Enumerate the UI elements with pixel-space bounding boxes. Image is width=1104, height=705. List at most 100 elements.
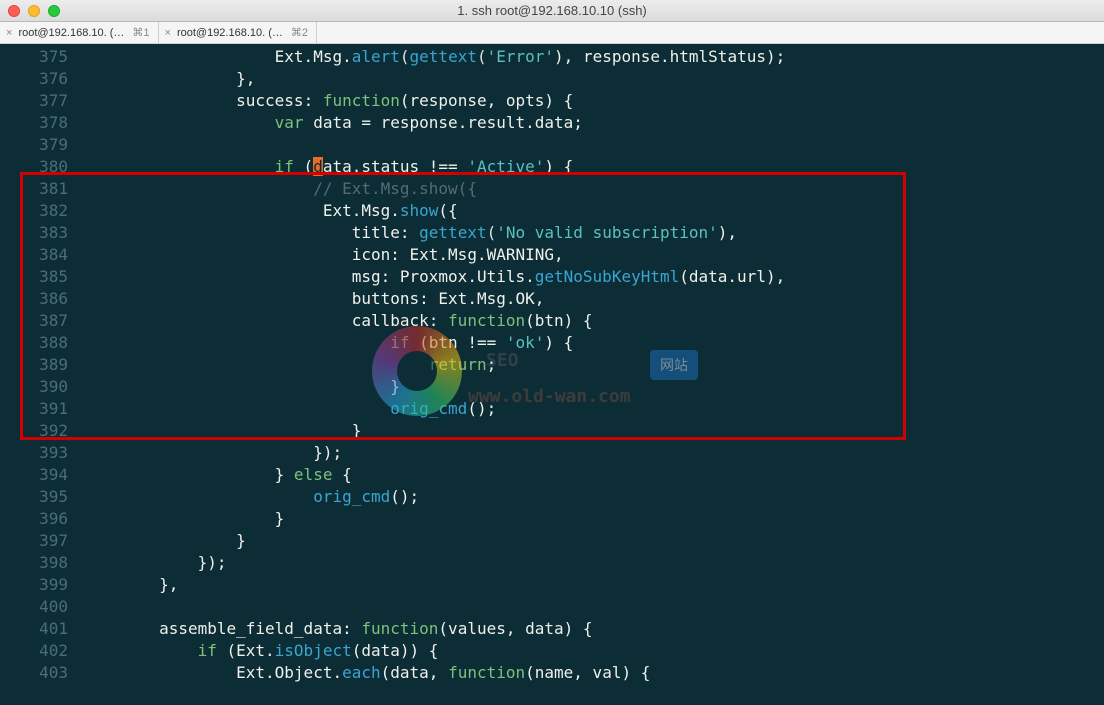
code-content[interactable] — [82, 134, 1104, 156]
terminal-tab-2[interactable]: × root@192.168.10. (… ⌘2 — [159, 22, 318, 43]
line-number: 387 — [8, 310, 82, 332]
terminal-tab-1[interactable]: × root@192.168.10. (… ⌘1 — [0, 22, 159, 43]
line-number: 394 — [8, 464, 82, 486]
code-content[interactable]: title: gettext('No valid subscription'), — [82, 222, 1104, 244]
code-line[interactable]: 377 success: function(response, opts) { — [8, 90, 1104, 112]
line-number: 403 — [8, 662, 82, 684]
code-line[interactable]: 389 return; — [8, 354, 1104, 376]
code-content[interactable]: }, — [82, 574, 1104, 596]
code-line[interactable]: 380 if (data.status !== 'Active') { — [8, 156, 1104, 178]
line-number: 390 — [8, 376, 82, 398]
line-number: 401 — [8, 618, 82, 640]
traffic-lights — [8, 5, 60, 17]
code-line[interactable]: 397 } — [8, 530, 1104, 552]
line-number: 384 — [8, 244, 82, 266]
code-content[interactable]: Ext.Msg.show({ — [82, 200, 1104, 222]
code-content[interactable]: // Ext.Msg.show({ — [82, 178, 1104, 200]
line-number: 386 — [8, 288, 82, 310]
code-content[interactable]: Ext.Msg.alert(gettext('Error'), response… — [82, 46, 1104, 68]
line-number: 379 — [8, 134, 82, 156]
cursor: d — [313, 157, 323, 176]
code-content[interactable]: }, — [82, 68, 1104, 90]
code-content[interactable]: success: function(response, opts) { — [82, 90, 1104, 112]
code-content[interactable]: if (btn !== 'ok') { — [82, 332, 1104, 354]
code-line[interactable]: 384 icon: Ext.Msg.WARNING, — [8, 244, 1104, 266]
line-number: 388 — [8, 332, 82, 354]
line-number: 380 — [8, 156, 82, 178]
line-number: 396 — [8, 508, 82, 530]
code-content[interactable]: var data = response.result.data; — [82, 112, 1104, 134]
window-titlebar: 1. ssh root@192.168.10.10 (ssh) — [0, 0, 1104, 22]
code-line[interactable]: 400 — [8, 596, 1104, 618]
line-number: 397 — [8, 530, 82, 552]
code-line[interactable]: 403 Ext.Object.each(data, function(name,… — [8, 662, 1104, 684]
line-number: 381 — [8, 178, 82, 200]
code-content[interactable]: callback: function(btn) { — [82, 310, 1104, 332]
code-content[interactable]: Ext.Object.each(data, function(name, val… — [82, 662, 1104, 684]
close-window-button[interactable] — [8, 5, 20, 17]
code-content[interactable]: assemble_field_data: function(values, da… — [82, 618, 1104, 640]
code-content[interactable]: } — [82, 508, 1104, 530]
code-line[interactable]: 390 } — [8, 376, 1104, 398]
code-content[interactable]: buttons: Ext.Msg.OK, — [82, 288, 1104, 310]
line-number: 382 — [8, 200, 82, 222]
tab-bar: × root@192.168.10. (… ⌘1 × root@192.168.… — [0, 22, 1104, 44]
code-line[interactable]: 375 Ext.Msg.alert(gettext('Error'), resp… — [8, 46, 1104, 68]
code-line[interactable]: 401 assemble_field_data: function(values… — [8, 618, 1104, 640]
window-title: 1. ssh root@192.168.10.10 (ssh) — [0, 3, 1104, 18]
code-content[interactable]: if (data.status !== 'Active') { — [82, 156, 1104, 178]
code-content[interactable]: } else { — [82, 464, 1104, 486]
code-line[interactable]: 402 if (Ext.isObject(data)) { — [8, 640, 1104, 662]
tab-label: root@192.168.10. (… — [18, 27, 124, 39]
code-content[interactable]: orig_cmd(); — [82, 398, 1104, 420]
code-line[interactable]: 385 msg: Proxmox.Utils.getNoSubKeyHtml(d… — [8, 266, 1104, 288]
code-content[interactable]: return; — [82, 354, 1104, 376]
code-content[interactable] — [82, 596, 1104, 618]
code-line[interactable]: 395 orig_cmd(); — [8, 486, 1104, 508]
code-line[interactable]: 394 } else { — [8, 464, 1104, 486]
close-tab-icon[interactable]: × — [6, 27, 12, 39]
tab-shortcut: ⌘2 — [291, 26, 308, 39]
line-number: 375 — [8, 46, 82, 68]
line-number: 400 — [8, 596, 82, 618]
code-content[interactable]: orig_cmd(); — [82, 486, 1104, 508]
code-line[interactable]: 388 if (btn !== 'ok') { — [8, 332, 1104, 354]
line-number: 399 — [8, 574, 82, 596]
code-line[interactable]: 391 orig_cmd(); — [8, 398, 1104, 420]
line-number: 383 — [8, 222, 82, 244]
code-line[interactable]: 399 }, — [8, 574, 1104, 596]
code-line[interactable]: 393 }); — [8, 442, 1104, 464]
minimize-window-button[interactable] — [28, 5, 40, 17]
line-number: 391 — [8, 398, 82, 420]
line-number: 392 — [8, 420, 82, 442]
code-line[interactable]: 378 var data = response.result.data; — [8, 112, 1104, 134]
line-number: 378 — [8, 112, 82, 134]
code-line[interactable]: 386 buttons: Ext.Msg.OK, — [8, 288, 1104, 310]
line-number: 393 — [8, 442, 82, 464]
code-line[interactable]: 381 // Ext.Msg.show({ — [8, 178, 1104, 200]
code-line[interactable]: 392 } — [8, 420, 1104, 442]
code-line[interactable]: 382 Ext.Msg.show({ — [8, 200, 1104, 222]
code-content[interactable]: }); — [82, 442, 1104, 464]
code-content[interactable]: } — [82, 376, 1104, 398]
line-number: 395 — [8, 486, 82, 508]
code-content[interactable]: } — [82, 420, 1104, 442]
code-content[interactable]: icon: Ext.Msg.WARNING, — [82, 244, 1104, 266]
code-content[interactable]: if (Ext.isObject(data)) { — [82, 640, 1104, 662]
tab-label: root@192.168.10. (… — [177, 27, 283, 39]
line-number: 398 — [8, 552, 82, 574]
code-line[interactable]: 387 callback: function(btn) { — [8, 310, 1104, 332]
maximize-window-button[interactable] — [48, 5, 60, 17]
code-line[interactable]: 376 }, — [8, 68, 1104, 90]
code-line[interactable]: 396 } — [8, 508, 1104, 530]
code-line[interactable]: 398 }); — [8, 552, 1104, 574]
code-content[interactable]: msg: Proxmox.Utils.getNoSubKeyHtml(data.… — [82, 266, 1104, 288]
line-number: 402 — [8, 640, 82, 662]
code-content[interactable]: }); — [82, 552, 1104, 574]
line-number: 389 — [8, 354, 82, 376]
close-tab-icon[interactable]: × — [165, 27, 171, 39]
code-line[interactable]: 379 — [8, 134, 1104, 156]
code-editor[interactable]: 375 Ext.Msg.alert(gettext('Error'), resp… — [0, 44, 1104, 705]
code-line[interactable]: 383 title: gettext('No valid subscriptio… — [8, 222, 1104, 244]
code-content[interactable]: } — [82, 530, 1104, 552]
